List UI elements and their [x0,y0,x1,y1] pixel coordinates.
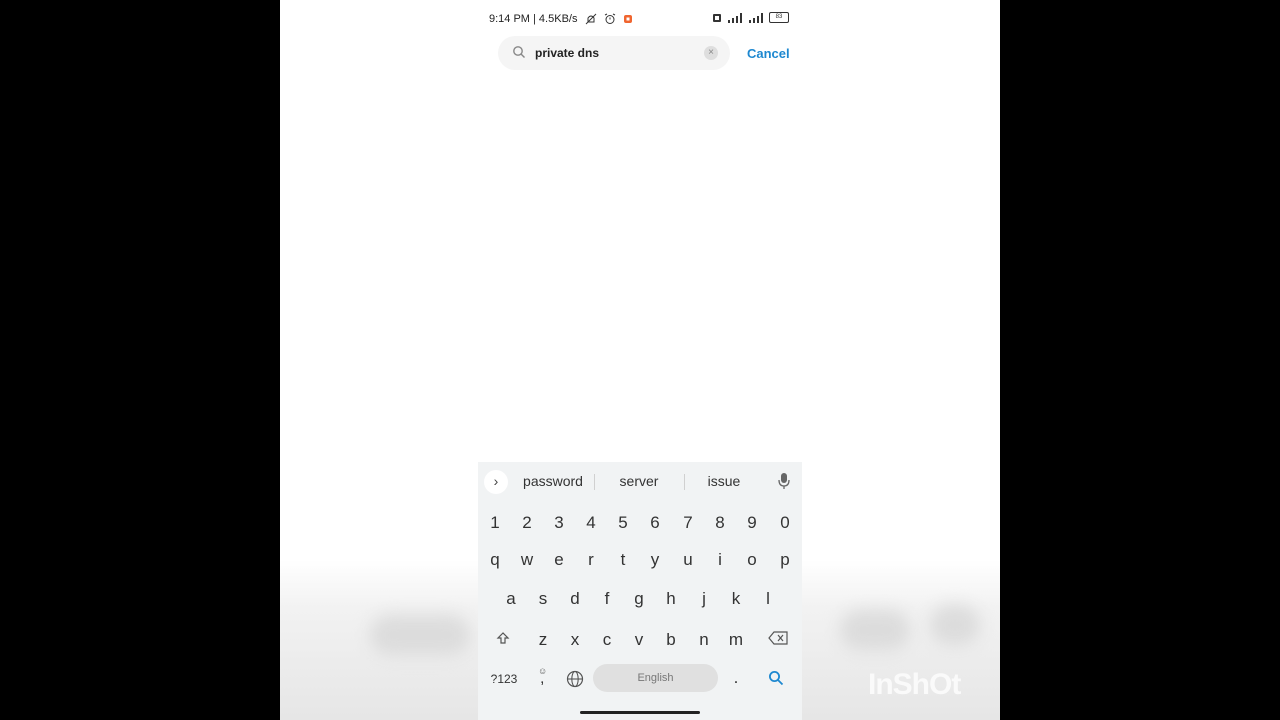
key-p[interactable]: p [770,550,800,570]
key-n[interactable]: n [689,630,719,650]
key-u[interactable]: u [673,550,703,570]
signal-icon-1 [728,12,742,23]
navigation-handle[interactable] [580,711,700,714]
key-v[interactable]: v [624,630,654,650]
suggestion-1[interactable]: password [516,473,590,489]
clear-icon[interactable]: × [704,46,718,60]
key-e[interactable]: e [544,550,574,570]
key-3[interactable]: 3 [544,513,574,533]
key-d[interactable]: d [560,589,590,609]
key-2[interactable]: 2 [512,513,542,533]
status-time: 9:14 PM | 4.5KB/s [489,13,578,25]
suggestion-2[interactable]: server [606,473,672,489]
search-icon [512,45,526,64]
suggestion-3[interactable]: issue [694,473,754,489]
status-bar: 9:14 PM | 4.5KB/s 83 [489,11,789,27]
signal-icon-2 [749,12,763,23]
search-input[interactable]: private dns [535,46,599,60]
globe-icon[interactable] [560,670,590,693]
key-j[interactable]: j [689,589,719,609]
key-k[interactable]: k [721,589,751,609]
suggestion-strip: › password server issue [478,462,802,500]
key-l[interactable]: l [753,589,783,609]
key-w[interactable]: w [512,550,542,570]
key-q[interactable]: q [480,550,510,570]
battery-icon: 83 [769,12,789,23]
key-0[interactable]: 0 [770,513,800,533]
key-h[interactable]: h [656,589,686,609]
microphone-icon[interactable] [778,472,790,495]
shift-icon[interactable] [488,630,518,650]
symbols-key[interactable]: ?123 [486,672,522,686]
expand-icon[interactable]: › [484,470,508,494]
comma-label: , [540,670,545,687]
phone-screen: 9:14 PM | 4.5KB/s 83 private dns × Cance… [280,0,1000,720]
key-5[interactable]: 5 [608,513,638,533]
space-bar[interactable]: English [593,664,718,692]
key-c[interactable]: c [592,630,622,650]
sim-icon [713,13,721,22]
backspace-icon[interactable] [763,630,793,650]
key-x[interactable]: x [560,630,590,650]
key-8[interactable]: 8 [705,513,735,533]
key-m[interactable]: m [721,630,751,650]
key-i[interactable]: i [705,550,735,570]
key-f[interactable]: f [592,589,622,609]
keyboard: › password server issue 1 2 3 4 5 6 7 8 … [478,462,802,720]
key-g[interactable]: g [624,589,654,609]
search-bar[interactable]: private dns × [498,36,730,70]
period-key[interactable]: . [721,668,751,688]
alarm-icon [604,13,615,25]
key-6[interactable]: 6 [640,513,670,533]
cancel-button[interactable]: Cancel [747,46,790,61]
key-4[interactable]: 4 [576,513,606,533]
key-9[interactable]: 9 [737,513,767,533]
key-7[interactable]: 7 [673,513,703,533]
watermark-logo: InShOt [868,668,961,701]
key-s[interactable]: s [528,589,558,609]
battery-level: 83 [775,14,783,20]
suggestion-divider [594,474,595,490]
search-action-icon[interactable] [761,670,791,691]
key-b[interactable]: b [656,630,686,650]
key-r[interactable]: r [576,550,606,570]
key-o[interactable]: o [737,550,767,570]
key-z[interactable]: z [528,630,558,650]
key-y[interactable]: y [640,550,670,570]
app-notification-icon [623,15,632,24]
key-1[interactable]: 1 [480,513,510,533]
mute-icon [585,13,596,25]
suggestion-divider [684,474,685,490]
key-t[interactable]: t [608,550,638,570]
key-a[interactable]: a [496,589,526,609]
